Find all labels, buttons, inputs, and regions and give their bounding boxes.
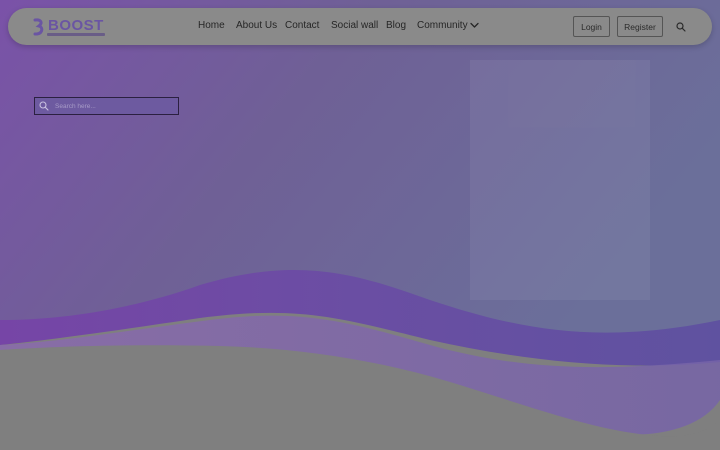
nav-item-social-wall[interactable]: Social wall [331, 20, 378, 31]
nav-item-contact[interactable]: Contact [285, 20, 319, 31]
search-input[interactable] [55, 98, 173, 114]
login-button[interactable]: Login [573, 16, 610, 37]
brand-tagline [47, 33, 105, 36]
nav-item-community[interactable]: Community [417, 20, 468, 31]
logo-mark-icon [33, 18, 44, 36]
brand-name: BOOST [48, 17, 104, 34]
nav-item-about-us[interactable]: About Us [236, 20, 277, 31]
chevron-down-icon[interactable] [470, 22, 479, 29]
brand-logo[interactable]: BOOST [32, 16, 105, 38]
hero-search [34, 97, 179, 115]
nav-item-home[interactable]: Home [198, 20, 225, 31]
search-icon [39, 101, 49, 111]
nav-item-blog[interactable]: Blog [386, 20, 406, 31]
top-navbar: BOOST Home About Us Contact Social wall … [8, 8, 712, 45]
hero-background [0, 0, 720, 450]
register-button[interactable]: Register [617, 16, 663, 37]
search-icon[interactable] [676, 22, 686, 32]
